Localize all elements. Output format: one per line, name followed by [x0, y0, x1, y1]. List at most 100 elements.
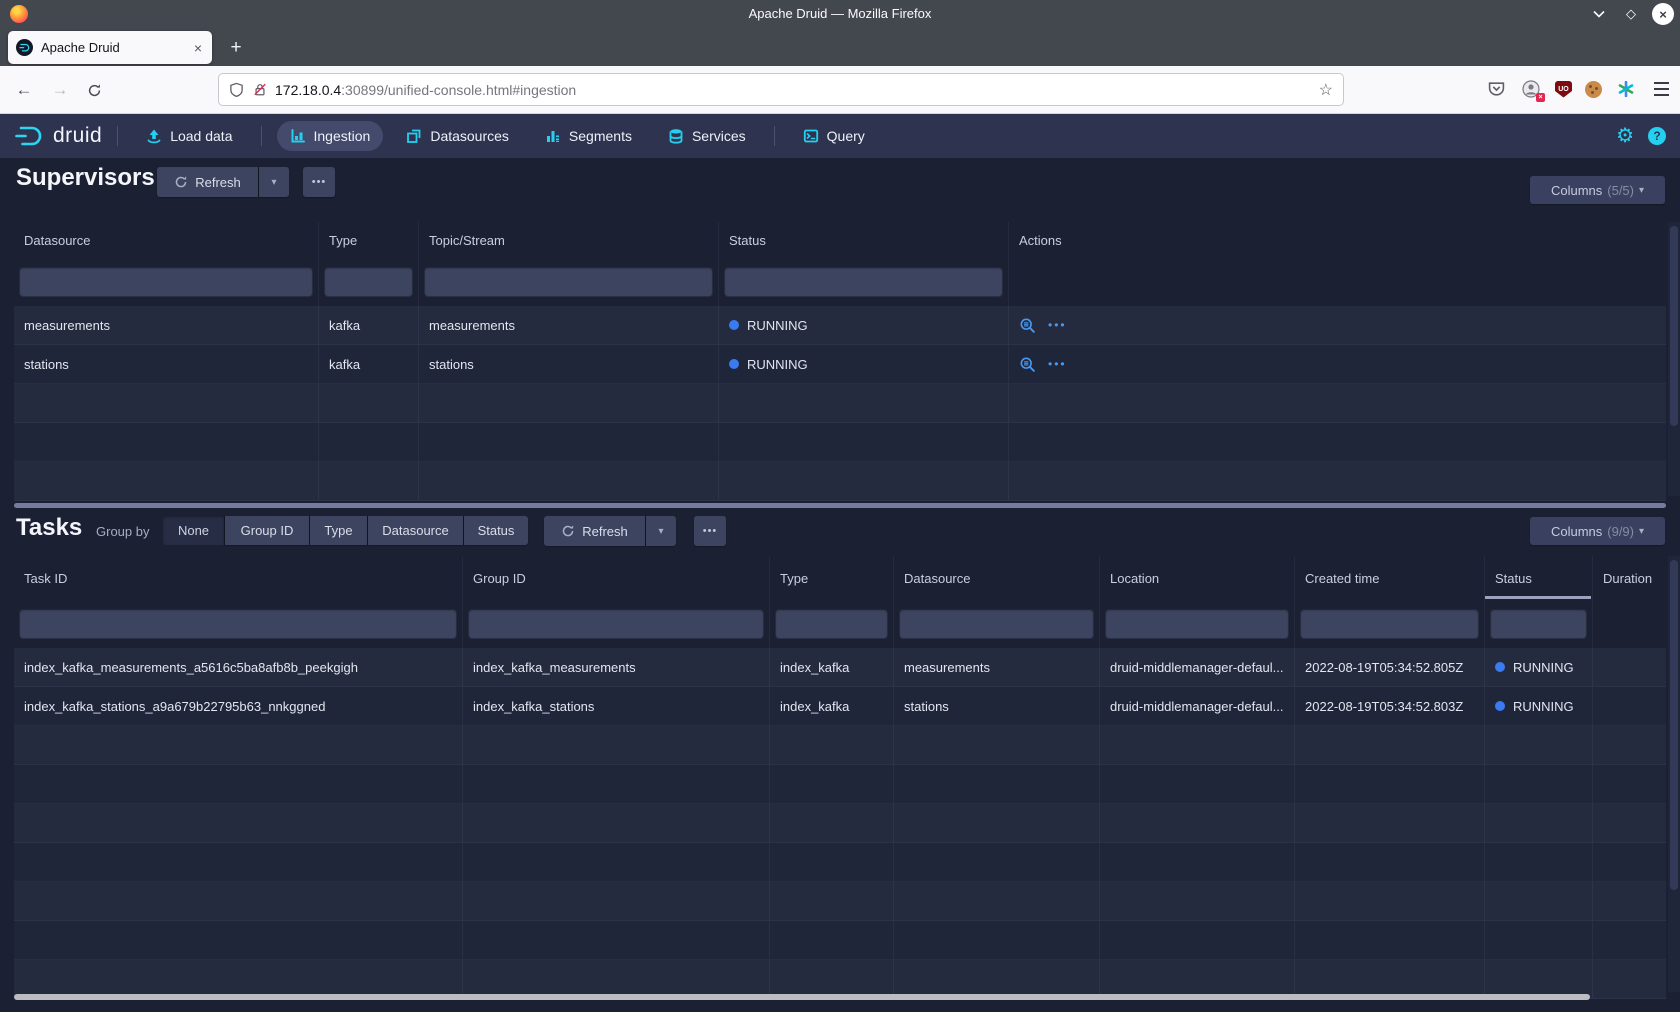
group-by-type-button[interactable]: Type: [310, 516, 367, 545]
empty-table-cell: [1100, 882, 1295, 920]
nav-item-query[interactable]: Query: [790, 121, 878, 151]
status-dot-icon: [729, 359, 739, 369]
supervisors-vertical-scrollbar[interactable]: [1668, 222, 1680, 496]
supervisors-refresh-button[interactable]: Refresh: [157, 167, 258, 197]
supervisor-row[interactable]: measurements kafka measurements RUNNING …: [14, 306, 1666, 345]
column-header[interactable]: Created time: [1295, 556, 1485, 600]
browser-tab[interactable]: Apache Druid ×: [8, 31, 212, 64]
column-header-status-sorted[interactable]: Status: [1485, 556, 1593, 600]
nav-item-ingestion[interactable]: Ingestion: [277, 121, 384, 151]
nav-item-load-data[interactable]: Load data: [133, 121, 245, 151]
task-id-filter-input[interactable]: [19, 609, 457, 639]
empty-table-cell: [894, 960, 1100, 998]
asterisk-extension-icon[interactable]: [1615, 78, 1637, 100]
cell-location: druid-middlemanager-defaul...: [1100, 648, 1295, 686]
nav-divider: [261, 126, 262, 146]
settings-gear-icon[interactable]: ⚙: [1616, 126, 1634, 146]
location-filter-input[interactable]: [1105, 609, 1289, 639]
group-id-filter-input[interactable]: [468, 609, 764, 639]
column-header[interactable]: Duration: [1593, 556, 1666, 600]
type-filter-input[interactable]: [775, 609, 888, 639]
nav-item-segments[interactable]: Segments: [532, 121, 645, 151]
empty-table-cell: [1295, 765, 1485, 803]
tasks-horizontal-scrollbar[interactable]: [14, 994, 1590, 1000]
column-header[interactable]: Location: [1100, 556, 1295, 600]
reload-icon[interactable]: [82, 78, 106, 102]
group-by-none-button[interactable]: None: [163, 516, 224, 545]
empty-table-cell: [14, 462, 319, 500]
cookie-icon[interactable]: [1585, 81, 1602, 98]
column-header[interactable]: Datasource: [894, 556, 1100, 600]
detail-magnifier-icon[interactable]: [1019, 356, 1036, 373]
group-by-datasource-button[interactable]: Datasource: [368, 516, 463, 545]
group-by-group-id-button[interactable]: Group ID: [225, 516, 309, 545]
column-header[interactable]: Type: [770, 556, 894, 600]
supervisors-horizontal-scrollbar[interactable]: [14, 503, 1666, 508]
empty-table-cell: [463, 882, 770, 920]
url-bar[interactable]: 172.18.0.4:30899/unified-console.html#in…: [218, 73, 1344, 106]
tasks-refresh-caret-button[interactable]: ▾: [646, 516, 676, 546]
cell-group-id: index_kafka_stations: [463, 687, 770, 725]
datasource-filter-input[interactable]: [899, 609, 1094, 639]
nav-item-datasources[interactable]: Datasources: [393, 121, 522, 151]
back-icon[interactable]: ←: [12, 78, 36, 102]
column-header[interactable]: Group ID: [463, 556, 770, 600]
column-header[interactable]: Status: [719, 222, 1009, 258]
extension-icon[interactable]: ×: [1520, 78, 1542, 100]
detail-magnifier-icon[interactable]: [1019, 317, 1036, 334]
druid-logo[interactable]: druid: [14, 124, 102, 148]
topic-filter-input[interactable]: [424, 267, 713, 297]
ublock-icon[interactable]: UO: [1555, 81, 1572, 98]
empty-table-cell: [419, 423, 719, 461]
empty-table-cell: [1593, 882, 1666, 920]
created-time-filter-input[interactable]: [1300, 609, 1479, 639]
empty-table-cell: [770, 882, 894, 920]
row-more-icon[interactable]: •••: [1048, 357, 1067, 371]
supervisors-columns-button[interactable]: Columns (5/5) ▾: [1530, 176, 1665, 204]
bookmark-star-icon[interactable]: ☆: [1319, 80, 1333, 100]
tab-close-icon[interactable]: ×: [192, 40, 204, 56]
tasks-empty-rows: [14, 726, 1666, 999]
cell-actions: •••: [1009, 345, 1666, 383]
task-row[interactable]: index_kafka_stations_a9a679b22795b63_nnk…: [14, 687, 1666, 726]
cell-created-time: 2022-08-19T05:34:52.805Z: [1295, 648, 1485, 686]
group-by-status-button[interactable]: Status: [464, 516, 528, 545]
empty-table-cell: [14, 882, 463, 920]
tasks-vertical-scrollbar[interactable]: [1668, 556, 1680, 992]
insecure-lock-icon[interactable]: [253, 82, 267, 97]
empty-table-cell: [14, 765, 463, 803]
empty-table-cell: [1295, 804, 1485, 842]
status-filter-input[interactable]: [1490, 609, 1587, 639]
column-header[interactable]: Datasource: [14, 222, 319, 258]
column-header[interactable]: Topic/Stream: [419, 222, 719, 258]
tasks-columns-button[interactable]: Columns (9/9) ▾: [1530, 517, 1665, 545]
empty-table-cell: [1100, 765, 1295, 803]
empty-table-cell: [1295, 921, 1485, 959]
menu-icon[interactable]: [1650, 78, 1672, 100]
window-minimize-button[interactable]: [1588, 3, 1610, 25]
datasource-filter-input[interactable]: [19, 267, 313, 297]
empty-table-cell: [319, 384, 419, 422]
tasks-more-button[interactable]: •••: [694, 516, 726, 546]
column-header[interactable]: Type: [319, 222, 419, 258]
help-icon[interactable]: ?: [1648, 127, 1666, 145]
pocket-icon[interactable]: [1485, 78, 1507, 100]
supervisors-refresh-caret-button[interactable]: ▾: [259, 167, 289, 197]
row-more-icon[interactable]: •••: [1048, 318, 1067, 332]
tasks-refresh-group: Refresh ▾: [544, 516, 676, 546]
task-row[interactable]: index_kafka_measurements_a5616c5ba8afb8b…: [14, 648, 1666, 687]
nav-item-services[interactable]: Services: [655, 121, 759, 151]
supervisors-more-button[interactable]: •••: [303, 167, 335, 197]
empty-table-cell: [1295, 882, 1485, 920]
window-maximize-button[interactable]: ◇: [1620, 3, 1642, 25]
tasks-refresh-button[interactable]: Refresh: [544, 516, 645, 546]
supervisor-row[interactable]: stations kafka stations RUNNING •••: [14, 345, 1666, 384]
new-tab-button[interactable]: +: [222, 34, 250, 62]
window-close-button[interactable]: ×: [1652, 3, 1674, 25]
status-filter-input[interactable]: [724, 267, 1003, 297]
tasks-title: Tasks: [16, 514, 82, 542]
type-filter-input[interactable]: [324, 267, 413, 297]
supervisors-header-row: Datasource Type Topic/Stream Status Acti…: [14, 222, 1666, 258]
shield-icon[interactable]: [229, 82, 244, 98]
column-header[interactable]: Task ID: [14, 556, 463, 600]
